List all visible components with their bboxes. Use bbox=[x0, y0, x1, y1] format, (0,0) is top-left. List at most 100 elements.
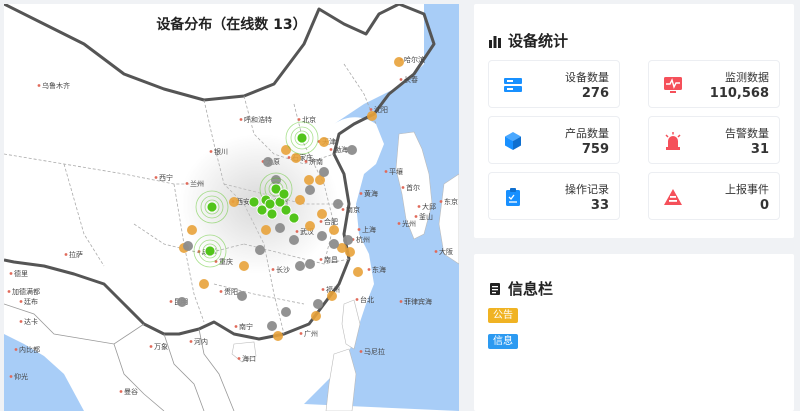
stat-card-device-count[interactable]: 设备数量 276 bbox=[488, 60, 620, 108]
device-marker-offline[interactable] bbox=[177, 297, 187, 307]
city-dot bbox=[7, 290, 11, 293]
device-marker-online[interactable] bbox=[264, 198, 276, 210]
stat-value: 110,568 bbox=[709, 86, 769, 101]
device-marker-offline[interactable] bbox=[237, 291, 247, 301]
region-label: 合肥 bbox=[324, 217, 338, 226]
region-label: 首尔 bbox=[406, 183, 420, 192]
region-label: 德里 bbox=[14, 269, 28, 278]
city-dot bbox=[299, 332, 303, 335]
region-label: 重庆 bbox=[219, 257, 233, 266]
region-label: 广州 bbox=[304, 329, 318, 338]
device-marker-warning[interactable] bbox=[273, 331, 283, 341]
stat-card-monitor-data[interactable]: 监测数据 110,568 bbox=[648, 60, 780, 108]
city-dot bbox=[64, 253, 68, 256]
device-marker-offline[interactable] bbox=[289, 235, 299, 245]
device-marker-offline[interactable] bbox=[317, 231, 327, 241]
city-dot bbox=[319, 220, 323, 223]
region-label: 北京 bbox=[302, 115, 316, 124]
stat-card-reported-events[interactable]: 上报事件 0 bbox=[648, 172, 780, 220]
device-marker-online[interactable] bbox=[248, 196, 260, 208]
device-marker-offline[interactable] bbox=[295, 261, 305, 271]
device-marker-warning[interactable] bbox=[304, 175, 314, 185]
device-marker-offline[interactable] bbox=[255, 245, 265, 255]
region-label: 南宁 bbox=[239, 322, 253, 331]
city-dot bbox=[239, 118, 243, 121]
region-label: 哈尔滨 bbox=[404, 55, 425, 64]
device-marker-online[interactable] bbox=[296, 132, 308, 144]
stat-card-alarm-count[interactable]: 告警数量 31 bbox=[648, 116, 780, 164]
document-icon bbox=[490, 282, 500, 295]
device-marker-offline[interactable] bbox=[275, 223, 285, 233]
device-marker-warning[interactable] bbox=[319, 137, 329, 147]
city-dot bbox=[304, 160, 308, 163]
region-label: 长春 bbox=[404, 75, 418, 84]
device-marker-offline[interactable] bbox=[313, 299, 323, 309]
stat-label: 上报事件 bbox=[725, 183, 769, 196]
city-dot bbox=[154, 176, 158, 179]
device-marker-warning[interactable] bbox=[199, 279, 209, 289]
device-marker-offline[interactable] bbox=[267, 321, 277, 331]
notice-tag[interactable]: 公告 bbox=[488, 308, 518, 323]
device-marker-offline[interactable] bbox=[271, 175, 281, 185]
stat-label: 产品数量 bbox=[565, 127, 609, 140]
info-tag[interactable]: 信息 bbox=[488, 334, 518, 349]
device-marker-offline[interactable] bbox=[333, 199, 343, 209]
device-marker-warning[interactable] bbox=[305, 221, 315, 231]
city-dot bbox=[37, 84, 41, 87]
device-marker-online[interactable] bbox=[288, 212, 300, 224]
info-panel: 信息栏 公告 信息 bbox=[474, 254, 794, 411]
device-marker-offline[interactable] bbox=[319, 167, 329, 177]
city-dot bbox=[14, 348, 18, 351]
china-map[interactable]: 北京天津石家庄太原济南郑州西安兰州西宁银川呼和浩特沈阳长春哈尔滨乌鲁木齐拉萨成都… bbox=[4, 4, 459, 411]
city-dot bbox=[19, 320, 23, 323]
device-marker-offline[interactable] bbox=[347, 145, 357, 155]
device-marker-warning[interactable] bbox=[295, 195, 305, 205]
city-dot bbox=[434, 250, 438, 253]
device-marker-online[interactable] bbox=[204, 245, 216, 257]
device-marker-warning[interactable] bbox=[261, 225, 271, 235]
city-dot bbox=[397, 222, 401, 225]
device-marker-warning[interactable] bbox=[229, 197, 239, 207]
device-marker-warning[interactable] bbox=[317, 209, 327, 219]
device-marker-warning[interactable] bbox=[281, 145, 291, 155]
city-dot bbox=[367, 268, 371, 271]
region-label: 大邱 bbox=[422, 202, 436, 211]
city-dot bbox=[234, 325, 238, 328]
info-panel-title: 信息栏 bbox=[488, 278, 553, 299]
device-marker-warning[interactable] bbox=[187, 225, 197, 235]
city-dot bbox=[329, 148, 333, 151]
device-marker-offline[interactable] bbox=[343, 235, 353, 245]
device-marker-offline[interactable] bbox=[281, 307, 291, 317]
device-marker-warning[interactable] bbox=[327, 291, 337, 301]
city-dot bbox=[297, 118, 301, 121]
region-label: 贵阳 bbox=[224, 287, 238, 296]
device-marker-offline[interactable] bbox=[263, 157, 273, 167]
region-label: 上海 bbox=[362, 225, 376, 234]
device-marker-online[interactable] bbox=[278, 188, 290, 200]
city-dot bbox=[237, 357, 241, 360]
device-marker-warning[interactable] bbox=[367, 111, 377, 121]
device-marker-warning[interactable] bbox=[329, 225, 339, 235]
city-dot bbox=[287, 156, 291, 159]
device-marker-warning[interactable] bbox=[353, 267, 363, 277]
device-marker-warning[interactable] bbox=[311, 311, 321, 321]
device-marker-offline[interactable] bbox=[183, 241, 193, 251]
device-marker-warning[interactable] bbox=[291, 153, 301, 163]
device-marker-offline[interactable] bbox=[305, 185, 315, 195]
city-dot bbox=[149, 345, 153, 348]
region-label: 内比都 bbox=[19, 345, 40, 354]
city-dot bbox=[417, 205, 421, 208]
device-marker-warning[interactable] bbox=[394, 57, 404, 67]
device-map-panel[interactable]: 北京天津石家庄太原济南郑州西安兰州西宁银川呼和浩特沈阳长春哈尔滨乌鲁木齐拉萨成都… bbox=[4, 4, 459, 411]
device-marker-offline[interactable] bbox=[329, 239, 339, 249]
device-marker-warning[interactable] bbox=[239, 261, 249, 271]
clipboard-icon bbox=[506, 188, 520, 206]
device-marker-online[interactable] bbox=[280, 204, 292, 216]
stat-card-product-count[interactable]: 产品数量 759 bbox=[488, 116, 620, 164]
city-dot bbox=[399, 78, 403, 81]
city-dot bbox=[119, 390, 123, 393]
stat-card-operation-log[interactable]: 操作记录 33 bbox=[488, 172, 620, 220]
device-marker-online[interactable] bbox=[266, 208, 278, 220]
device-marker-online[interactable] bbox=[206, 201, 218, 213]
device-marker-offline[interactable] bbox=[305, 259, 315, 269]
